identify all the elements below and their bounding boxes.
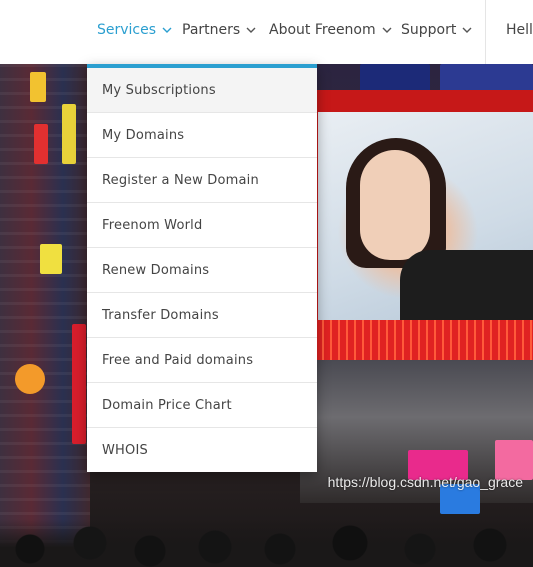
menu-item-renew-domains[interactable]: Renew Domains bbox=[87, 248, 317, 293]
hero-sign bbox=[62, 104, 76, 164]
nav-partners-label: Partners bbox=[182, 22, 241, 38]
hero-sign bbox=[34, 124, 48, 164]
chevron-down-icon bbox=[162, 25, 172, 35]
nav-support-label: Support bbox=[401, 22, 457, 38]
menu-item-free-and-paid-domains[interactable]: Free and Paid domains bbox=[87, 338, 317, 383]
nav-divider bbox=[485, 0, 486, 64]
hero-sign bbox=[40, 244, 62, 274]
menu-item-my-subscriptions[interactable]: My Subscriptions bbox=[87, 68, 317, 113]
hero-lamp bbox=[15, 364, 45, 394]
menu-item-register-domain[interactable]: Register a New Domain bbox=[87, 158, 317, 203]
nav-support[interactable]: Support bbox=[401, 0, 472, 60]
nav-partners[interactable]: Partners bbox=[182, 0, 256, 60]
nav-hello-label: Hello bbox=[506, 22, 533, 38]
nav-about-label: About Freenom bbox=[269, 22, 376, 38]
hero-led-ticker bbox=[300, 320, 533, 360]
menu-item-domain-price-chart[interactable]: Domain Price Chart bbox=[87, 383, 317, 428]
nav-services[interactable]: Services bbox=[97, 0, 172, 60]
nav-about-freenom[interactable]: About Freenom bbox=[269, 0, 392, 60]
hero-figure bbox=[360, 150, 430, 260]
hero-sign bbox=[30, 72, 46, 102]
top-navigation: Services Partners About Freenom Support … bbox=[0, 0, 533, 64]
menu-item-my-domains[interactable]: My Domains bbox=[87, 113, 317, 158]
nav-hello-user[interactable]: Hello bbox=[506, 0, 533, 60]
nav-services-label: Services bbox=[97, 22, 157, 38]
menu-item-freenom-world[interactable]: Freenom World bbox=[87, 203, 317, 248]
menu-item-transfer-domains[interactable]: Transfer Domains bbox=[87, 293, 317, 338]
menu-item-whois[interactable]: WHOIS bbox=[87, 428, 317, 472]
chevron-down-icon bbox=[382, 25, 392, 35]
services-dropdown-menu: My Subscriptions My Domains Register a N… bbox=[87, 64, 317, 472]
watermark-text: https://blog.csdn.net/gao_grace bbox=[327, 474, 523, 490]
hero-crowd bbox=[0, 519, 533, 567]
chevron-down-icon bbox=[462, 25, 472, 35]
hero-sign bbox=[72, 324, 86, 444]
chevron-down-icon bbox=[246, 25, 256, 35]
